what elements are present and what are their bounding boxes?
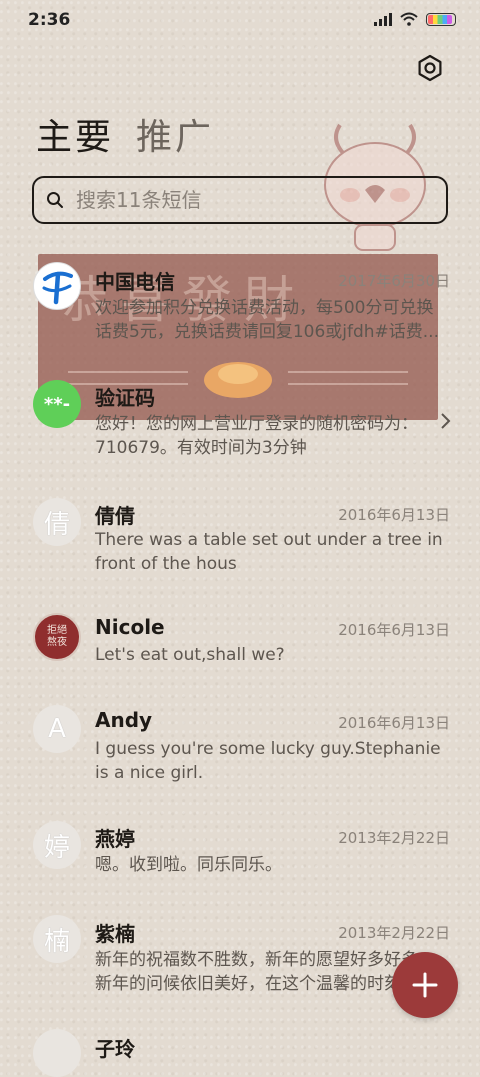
conversation-row[interactable]: 子玲 <box>0 1025 480 1077</box>
contact-name: 中国电信 <box>95 270 175 294</box>
message-preview: There was a table set out under a tree i… <box>95 530 443 574</box>
battery-icon <box>426 12 456 26</box>
message-preview: I guess you're some lucky guy.Stephanie … <box>95 739 441 783</box>
message-preview: 欢迎参加积分兑换话费活动，每500分可兑换话费5元，兑换话费请回复106或jfd… <box>95 298 439 342</box>
new-message-button[interactable] <box>392 952 458 1018</box>
message-date: 2013年2月22日 <box>338 924 450 942</box>
conversation-row[interactable]: A Andy 2016年6月13日 I guess you're some lu… <box>0 700 480 810</box>
message-preview: 嗯。收到啦。同乐同乐。 <box>95 855 282 875</box>
message-date: 2017年6月30日 <box>338 272 450 290</box>
signal-icon <box>374 12 392 26</box>
plus-icon <box>412 972 438 998</box>
message-date: 2016年6月13日 <box>338 506 450 524</box>
message-preview: Let's eat out,shall we? <box>95 645 285 665</box>
contact-avatar: 倩 <box>33 498 81 546</box>
tab-promotions[interactable]: 推广 <box>136 108 214 160</box>
contact-avatar <box>33 1029 81 1077</box>
message-date: 2016年6月13日 <box>338 714 450 732</box>
conversation-row[interactable]: **- 验证码 您好！您的网上营业厅登录的随机密码为：710679。有效时间为3… <box>0 370 480 480</box>
contact-avatar: A <box>33 705 81 753</box>
status-bar: 2:36 <box>0 0 480 40</box>
contact-avatar: 拒絕熬夜 <box>33 613 81 661</box>
chevron-right-icon[interactable] <box>438 411 452 431</box>
settings-icon[interactable] <box>416 54 444 82</box>
conversation-row[interactable]: 拒絕熬夜 Nicole 2016年6月13日 Let's eat out,sha… <box>0 605 480 690</box>
contact-name: 紫楠 <box>95 922 135 946</box>
message-date: 2013年2月22日 <box>338 829 450 847</box>
contact-name: 燕婷 <box>95 827 135 851</box>
china-telecom-logo-icon <box>33 262 81 310</box>
search-box[interactable] <box>32 176 448 224</box>
status-icons <box>374 12 456 26</box>
contact-name: 倩倩 <box>95 504 135 528</box>
tab-bar: 主要 推广 <box>36 108 214 160</box>
wifi-icon <box>400 12 418 26</box>
contact-avatar: 楠 <box>33 915 81 963</box>
conversation-row[interactable]: 婷 燕婷 2013年2月22日 嗯。收到啦。同乐同乐。 <box>0 815 480 905</box>
search-input[interactable] <box>74 187 408 213</box>
contact-name: 验证码 <box>95 386 155 410</box>
message-date: 2016年6月13日 <box>338 621 450 639</box>
contact-name: Nicole <box>95 615 165 639</box>
contact-name: Andy <box>95 708 153 732</box>
contact-avatar: 婷 <box>33 821 81 869</box>
message-preview: 您好！您的网上营业厅登录的随机密码为：710679。有效时间为3分钟 <box>95 414 418 458</box>
search-icon <box>47 192 63 208</box>
tab-primary[interactable]: 主要 <box>36 108 114 160</box>
conversation-row[interactable]: 倩 倩倩 2016年6月13日 There was a table set ou… <box>0 490 480 600</box>
status-time: 2:36 <box>28 10 71 30</box>
conversation-row[interactable]: 中国电信 2017年6月30日 欢迎参加积分兑换话费活动，每500分可兑换话费5… <box>0 250 480 360</box>
contact-name: 子玲 <box>95 1037 135 1061</box>
verification-avatar: **- <box>33 380 81 428</box>
